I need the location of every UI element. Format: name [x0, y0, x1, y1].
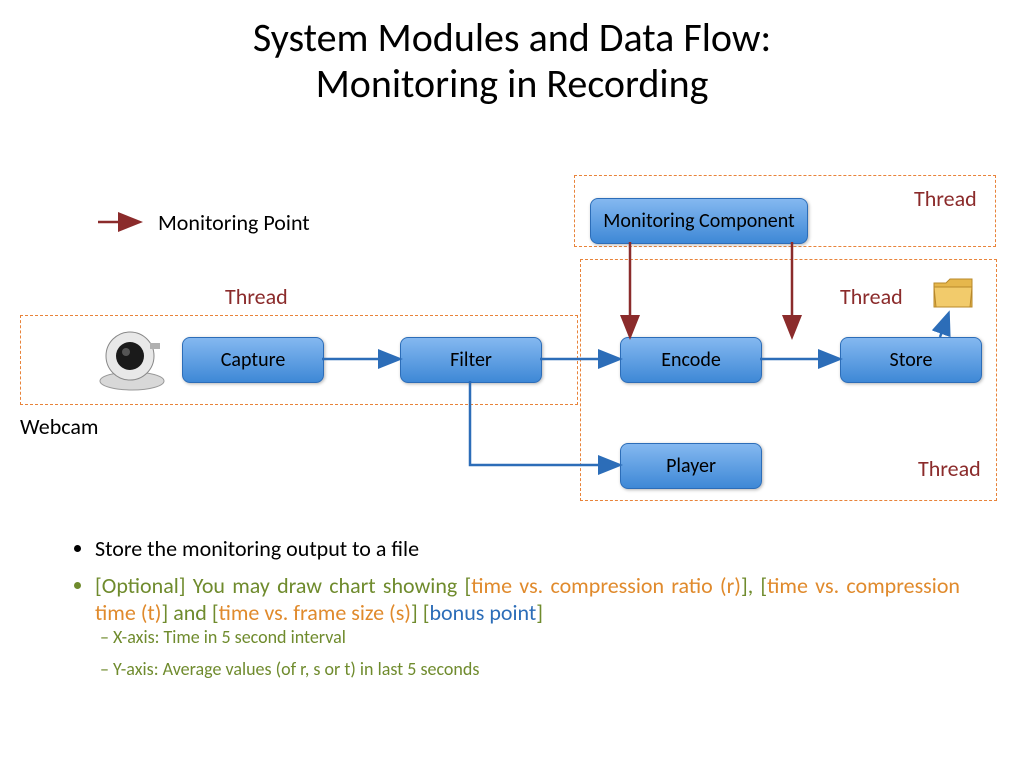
b2-and: and — [168, 599, 212, 626]
bullet-1-text: Store the monitoring output to a file — [95, 535, 419, 562]
b2-bonus: bonus point — [429, 599, 536, 626]
sub-2-text: Y-axis: Average values (of r, s or t) in… — [113, 658, 479, 680]
b2-o3: [ — [212, 599, 219, 626]
bullet-list: Store the monitoring output to a file [O… — [70, 535, 960, 690]
b2-c1: time vs. compression ratio (r) — [471, 572, 741, 599]
sub-1-text: X-axis: Time in 5 second interval — [113, 626, 346, 648]
sub-2: Y-axis: Average values (of r, s or t) in… — [120, 658, 960, 680]
b2-pre: [Optional] You may draw chart showing — [95, 572, 464, 599]
arrows-layer — [0, 15, 1024, 535]
b2-cl3: ] — [411, 599, 418, 626]
sub-1: X-axis: Time in 5 second interval — [120, 626, 960, 648]
bullet-1: Store the monitoring output to a file — [95, 535, 960, 562]
b2-c3: time vs. frame size (s) — [219, 599, 411, 626]
b2-cl4: ] — [536, 599, 543, 626]
bullet-2: [Optional] You may draw chart showing [t… — [95, 572, 960, 680]
b2-s1: , — [748, 572, 761, 599]
b2-cl1: ] — [741, 572, 748, 599]
